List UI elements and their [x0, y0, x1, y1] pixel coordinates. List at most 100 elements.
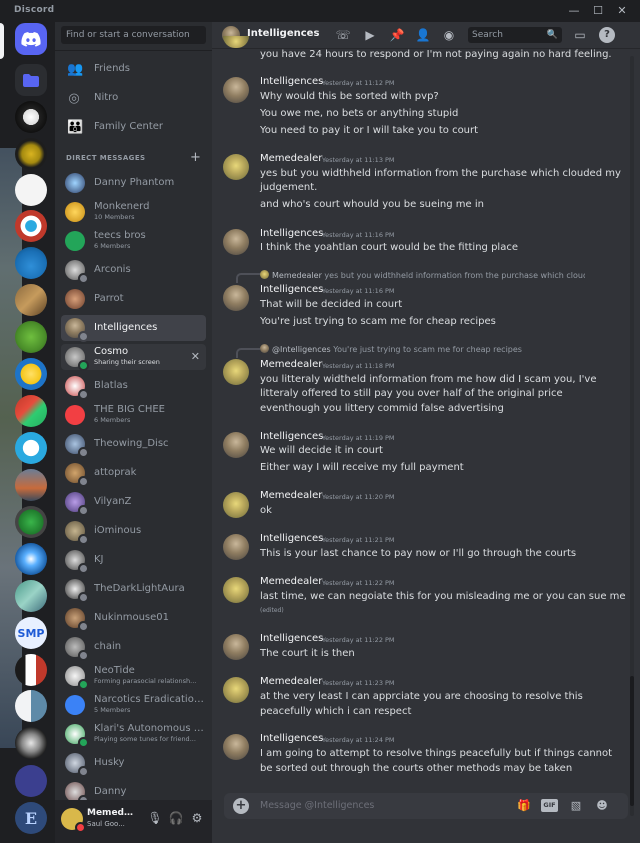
server-avatars[interactable] [15, 765, 47, 797]
dm-item-chain[interactable]: chain [61, 634, 206, 661]
server-block[interactable] [15, 506, 47, 538]
server-landscape[interactable] [15, 469, 47, 501]
message-avatar[interactable] [223, 677, 249, 703]
message-composer[interactable]: + Message @Intelligences 🎁 GIF ▧ ☻ [224, 793, 628, 819]
dm-item-neotide[interactable]: NeoTide Forming parasocial relationsh... [61, 663, 206, 690]
message-avatar[interactable] [223, 229, 249, 255]
dm-item-blatlas[interactable]: Blatlas [61, 373, 206, 400]
dm-item-parrot[interactable]: Parrot [61, 286, 206, 312]
maximize-button[interactable]: ☐ [590, 3, 606, 19]
message-author[interactable]: Intelligences [260, 431, 323, 442]
search-input[interactable]: Search 🔍 [468, 27, 562, 43]
message-author[interactable]: Intelligences [260, 733, 323, 744]
reply-preview[interactable]: @Intelligences You're just trying to sca… [260, 344, 585, 354]
server-multi[interactable] [15, 395, 47, 427]
dm-item-danny-phantom[interactable]: Danny Phantom [61, 170, 206, 196]
gift-icon[interactable]: 🎁 [515, 798, 533, 814]
server-green[interactable] [15, 321, 47, 353]
message-author[interactable]: Memedealer [260, 490, 322, 501]
message-avatar[interactable] [223, 577, 249, 603]
dm-item-vilyanz[interactable]: VilyanZ [61, 489, 206, 516]
message-avatar[interactable] [223, 534, 249, 560]
dm-item-cosmo[interactable]: Cosmo Sharing their screen ✕ [61, 344, 206, 371]
message-avatar[interactable] [223, 77, 249, 103]
message-author[interactable]: Memedealer [260, 676, 322, 687]
server-sketch[interactable] [15, 174, 47, 206]
close-dm-icon[interactable]: ✕ [191, 350, 200, 363]
server-teal[interactable] [15, 580, 47, 612]
message-avatar[interactable] [223, 432, 249, 458]
help-icon[interactable]: ? [599, 27, 615, 43]
dm-item-attoprak[interactable]: attoprak [61, 460, 206, 487]
pinned-messages-icon[interactable]: 📌 [389, 27, 405, 43]
message-author[interactable]: Intelligences [260, 633, 323, 644]
headphones-icon[interactable]: 🎧 [168, 811, 184, 825]
dm-item-thedarklightaura[interactable]: TheDarkLightAura [61, 576, 206, 603]
home-button[interactable] [15, 23, 47, 55]
emoji-icon[interactable]: ☻ [593, 798, 611, 814]
message-author[interactable]: Memedealer [260, 153, 322, 164]
dm-item-arconis[interactable]: Arconis [61, 257, 206, 284]
server-folder-icon[interactable] [15, 64, 47, 96]
message-author[interactable]: Intelligences [260, 284, 323, 295]
dm-item-intelligences[interactable]: Intelligences [61, 315, 206, 342]
message-timestamp: Yesterday at 11:24 PM [322, 736, 395, 744]
message-author[interactable]: Intelligences [260, 76, 323, 87]
dm-item-narcotics-eradication[interactable]: Narcotics Eradication... 5 Members [61, 692, 206, 718]
user-profile-icon[interactable]: ◉ [441, 27, 457, 43]
server-emblem[interactable] [15, 727, 47, 759]
inbox-icon[interactable]: ▭ [572, 27, 588, 43]
message-author[interactable]: Intelligences [260, 228, 323, 239]
dm-item-the-big-chee[interactable]: THE BIG CHEE 6 Members [61, 402, 206, 428]
reply-preview[interactable]: Memedealer yes but you widthheld informa… [260, 270, 585, 280]
server-blue[interactable] [15, 247, 47, 279]
message-author[interactable]: Memedealer [260, 359, 322, 370]
nav-nitro[interactable]: ◎ Nitro [61, 86, 206, 112]
video-call-icon[interactable]: ▶ [362, 27, 378, 43]
message-avatar[interactable] [223, 285, 249, 311]
message-avatar[interactable] [223, 154, 249, 180]
gif-button[interactable]: GIF [541, 799, 558, 812]
add-attachment-plus-icon[interactable]: + [233, 798, 249, 814]
scrollbar-thumb[interactable] [630, 676, 634, 806]
dm-item-teecs-bros[interactable]: teecs bros 6 Members [61, 228, 206, 254]
server-pixel[interactable] [15, 284, 47, 316]
server-smp[interactable]: SMP [15, 617, 47, 649]
dm-item-theowing[interactable]: Theowing_Disc [61, 431, 206, 458]
message-avatar[interactable] [223, 734, 249, 760]
dm-item-kj[interactable]: KJ [61, 547, 206, 574]
server-flag[interactable] [15, 654, 47, 686]
server-half[interactable] [15, 690, 47, 722]
nav-friends[interactable]: 👥 Friends [61, 57, 206, 83]
create-dm-plus-icon[interactable]: + [190, 150, 201, 165]
server-compass[interactable] [15, 543, 47, 575]
dm-item-nukinmouse01[interactable]: Nukinmouse01 [61, 605, 206, 632]
add-friends-to-dm-icon[interactable]: 👤 [415, 27, 431, 43]
message-avatar[interactable] [223, 359, 249, 385]
microphone-icon[interactable]: 🎙 [147, 811, 163, 825]
dm-item-husky[interactable]: Husky [61, 750, 206, 777]
server-e[interactable]: E [15, 802, 47, 834]
server-ring[interactable] [15, 432, 47, 464]
dm-item-klaris-autonomous[interactable]: Klari's Autonomous B... Playing some tun… [61, 721, 206, 748]
user-name[interactable]: Memedeal... [87, 808, 139, 818]
minimize-button[interactable]: — [566, 3, 582, 19]
dm-item-monkenerd[interactable]: Monkenerd 10 Members [61, 199, 206, 225]
message-avatar[interactable] [223, 634, 249, 660]
server-skull[interactable] [15, 101, 47, 133]
server-target[interactable] [15, 210, 47, 242]
server-coin[interactable] [15, 358, 47, 390]
voice-call-icon[interactable]: ☏ [335, 27, 351, 43]
message-author[interactable]: Memedealer [260, 576, 322, 587]
sticker-icon[interactable]: ▧ [567, 798, 585, 814]
nav-family-center[interactable]: 👪 Family Center [61, 115, 206, 141]
message-avatar[interactable] [223, 492, 249, 518]
server-crest[interactable] [15, 138, 47, 170]
close-window-button[interactable]: ✕ [614, 3, 630, 19]
message-input-placeholder[interactable]: Message @Intelligences [260, 800, 374, 811]
find-conversation-input[interactable]: Find or start a conversation [61, 26, 206, 44]
settings-gear-icon[interactable]: ⚙ [189, 811, 205, 825]
message-author[interactable]: Intelligences [260, 533, 323, 544]
dm-item-iominous[interactable]: iOminous [61, 518, 206, 545]
chat-scrollbar[interactable] [630, 56, 634, 816]
